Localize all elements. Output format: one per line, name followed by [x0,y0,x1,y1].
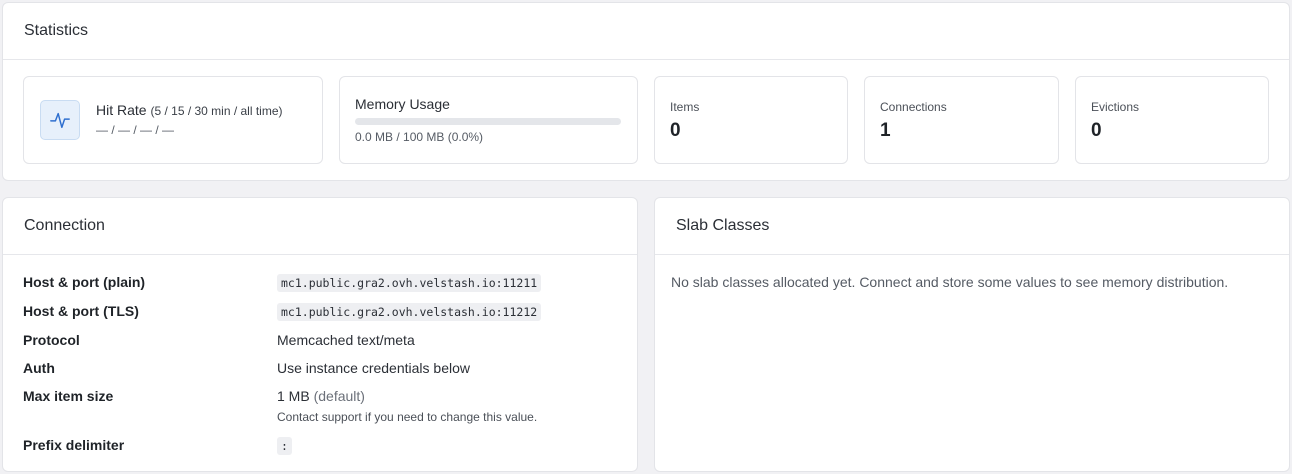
max-item-size-value: 1 MB [277,388,310,404]
connections-value: 1 [880,120,891,141]
connection-key: Prefix delimiter [23,437,125,453]
connection-value: : [277,437,292,455]
connection-card: Connection Host & port (plain) mc1.publi… [2,197,638,472]
host-plain-code[interactable]: mc1.public.gra2.ovh.velstash.io:11211 [277,274,542,292]
evictions-tile: Evictions 0 [1075,76,1269,164]
connection-key: Protocol [23,332,80,348]
activity-icon [40,100,80,140]
hit-rate-windows: (5 / 15 / 30 min / all time) [150,104,283,118]
connection-key: Host & port (TLS) [23,303,139,319]
hit-rate-tile: Hit Rate (5 / 15 / 30 min / all time) — … [23,76,323,164]
connection-value: Memcached text/meta [277,332,415,348]
evictions-value: 0 [1091,120,1102,141]
connection-key: Auth [23,360,55,376]
connection-value: mc1.public.gra2.ovh.velstash.io:11212 [277,303,542,321]
memory-usage-bar [355,118,621,125]
max-item-size-help: Contact support if you need to change th… [277,410,538,424]
connections-tile: Connections 1 [864,76,1059,164]
connection-key: Max item size [23,388,114,404]
connection-value: 1 MB (default) [277,388,365,404]
evictions-label: Evictions [1091,100,1140,114]
slab-classes-card: Slab Classes No slab classes allocated y… [654,197,1290,472]
connection-title: Connection [3,198,637,255]
connection-value: Use instance credentials below [277,360,470,376]
memory-usage-text: 0.0 MB / 100 MB (0.0%) [355,130,484,144]
host-tls-code[interactable]: mc1.public.gra2.ovh.velstash.io:11212 [277,303,542,321]
connection-key: Host & port (plain) [23,274,146,290]
items-tile: Items 0 [654,76,848,164]
memory-usage-tile: Memory Usage 0.0 MB / 100 MB (0.0%) [339,76,638,164]
memory-usage-label: Memory Usage [355,96,450,112]
prefix-delimiter-code[interactable]: : [277,437,292,455]
items-label: Items [670,100,700,114]
connection-value: mc1.public.gra2.ovh.velstash.io:11211 [277,274,542,292]
statistics-title: Statistics [3,3,1289,60]
statistics-card: Statistics Hit Rate (5 / 15 / 30 min / a… [2,2,1290,181]
slab-classes-empty-message: No slab classes allocated yet. Connect a… [671,274,1229,290]
items-value: 0 [670,120,681,141]
hit-rate-title: Hit Rate (5 / 15 / 30 min / all time) [96,102,283,118]
hit-rate-label: Hit Rate [96,102,147,118]
hit-rate-values: — / — / — / — [96,123,175,137]
connections-label: Connections [880,100,947,114]
max-item-size-note: (default) [313,388,365,404]
slab-classes-title: Slab Classes [655,198,1289,255]
